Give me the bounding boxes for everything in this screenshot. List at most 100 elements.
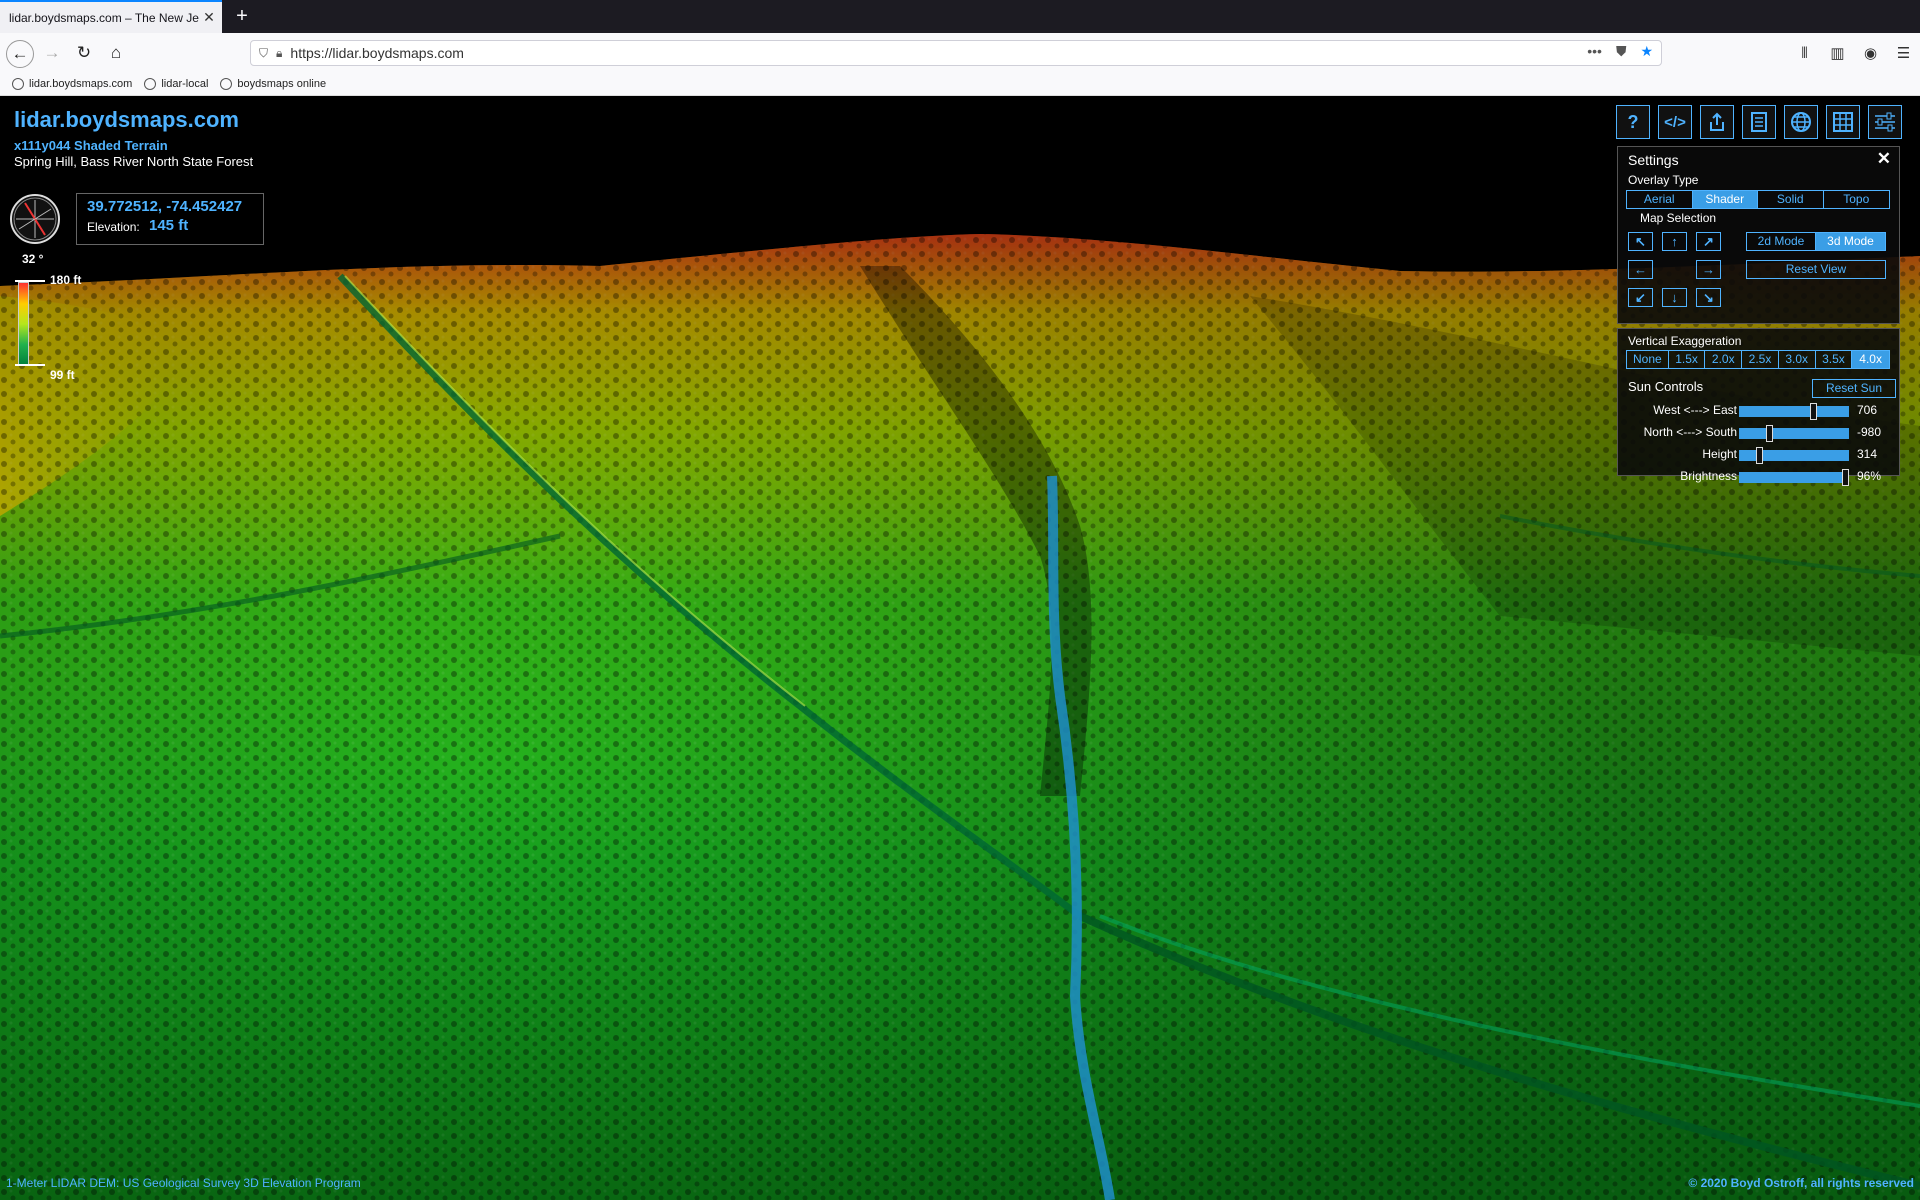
slider-value: 706 <box>1857 403 1878 417</box>
vertical-exaggeration-label: Vertical Exaggeration <box>1628 334 1742 348</box>
slider-value: 96% <box>1857 469 1882 483</box>
library-icon[interactable]: ⫴ <box>1788 39 1821 67</box>
exaggeration-sun-panel: Vertical Exaggeration None 1.5x 2.0x 2.5… <box>1617 328 1901 486</box>
exaggeration-4-0-button[interactable]: 4.0x <box>1852 351 1889 368</box>
slider-thumb[interactable] <box>1765 425 1773 442</box>
legend-tick <box>15 364 45 366</box>
site-title[interactable]: lidar.boydsmaps.com <box>14 107 239 133</box>
slider-height: Height 314 <box>1618 447 1901 464</box>
arrow-northwest-icon[interactable]: ↖ <box>1628 232 1653 251</box>
home-icon[interactable]: ⌂ <box>102 39 130 67</box>
slider-thumb[interactable] <box>1755 447 1763 464</box>
menu-icon[interactable]: ☰ <box>1887 39 1920 67</box>
exaggeration-none-button[interactable]: None <box>1627 351 1669 368</box>
url-text[interactable]: https://lidar.boydsmaps.com <box>290 45 464 61</box>
settings-panel: Settings ✕ Overlay Type Aerial Shader So… <box>1617 146 1900 324</box>
new-tab-icon[interactable]: + <box>230 4 254 28</box>
copyright: © 2020 Boyd Ostroff, all rights reserved <box>1688 1176 1914 1190</box>
overlay-shader-button[interactable]: Shader <box>1692 191 1758 208</box>
globe-icon <box>220 78 233 90</box>
globe-icon <box>12 78 24 90</box>
slider-track[interactable] <box>1739 403 1849 420</box>
slider-thumb[interactable] <box>1841 469 1849 486</box>
arrow-east-icon[interactable]: → <box>1696 260 1721 279</box>
slider-north-south: North <---> South -980 <box>1618 425 1901 442</box>
map-viewport[interactable]: lidar.boydsmaps.com x111y044 Shaded Terr… <box>0 96 1920 1200</box>
compass-icon[interactable] <box>10 194 60 244</box>
legend-max: 180 ft <box>50 273 82 287</box>
slider-track[interactable] <box>1739 447 1849 464</box>
close-tab-icon[interactable]: ✕ <box>199 9 219 26</box>
coordinate-readout: 39.772512, -74.452427 Elevation: 145 ft <box>76 193 264 245</box>
help-icon[interactable]: ? <box>1616 105 1650 139</box>
map-subtitle: x111y044 Shaded Terrain <box>14 138 168 153</box>
more-actions-icon[interactable]: ••• <box>1587 43 1602 60</box>
back-icon[interactable]: ← <box>6 40 34 68</box>
tab-bar: lidar.boydsmaps.com – The New Je ✕ + <box>0 0 1920 33</box>
bookmark-star-icon[interactable]: ★ <box>1640 43 1653 60</box>
arrow-west-icon[interactable]: ← <box>1628 260 1653 279</box>
mode-2d-button[interactable]: 2d Mode <box>1747 233 1816 250</box>
lock-icon[interactable]: 🔒︎ <box>276 46 282 61</box>
arrow-south-icon[interactable]: ↓ <box>1662 288 1687 307</box>
close-icon[interactable]: ✕ <box>1877 149 1891 169</box>
arrow-northeast-icon[interactable]: ↗ <box>1696 232 1721 251</box>
overlay-topo-button[interactable]: Topo <box>1824 191 1890 208</box>
mode-3d-button[interactable]: 3d Mode <box>1816 233 1885 250</box>
forward-icon[interactable]: → <box>38 39 66 67</box>
exaggeration-2-0-button[interactable]: 2.0x <box>1705 351 1743 368</box>
overlay-type-selector: Aerial Shader Solid Topo <box>1626 190 1890 209</box>
slider-thumb[interactable] <box>1809 403 1817 420</box>
slider-value: 314 <box>1857 447 1878 461</box>
elevation-legend-bar <box>18 282 29 366</box>
overlay-solid-button[interactable]: Solid <box>1758 191 1824 208</box>
settings-sliders-icon[interactable] <box>1868 105 1902 139</box>
exaggeration-2-5-button[interactable]: 2.5x <box>1742 351 1779 368</box>
document-icon[interactable] <box>1742 105 1776 139</box>
url-bar[interactable]: ⛉ 🔒︎ https://lidar.boydsmaps.com ••• ⛊ ★ <box>250 40 1662 66</box>
compass-heading: 32 ° <box>22 252 44 266</box>
pocket-icon[interactable]: ⛊ <box>1616 43 1627 60</box>
bookmark-item[interactable]: lidar.boydsmaps.com <box>12 78 132 90</box>
arrow-southwest-icon[interactable]: ↙ <box>1628 288 1653 307</box>
slider-track[interactable] <box>1739 425 1849 442</box>
slider-brightness: Brightness 96% <box>1618 469 1901 486</box>
globe-icon[interactable] <box>1784 105 1818 139</box>
reload-icon[interactable]: ↻ <box>70 39 98 67</box>
reset-view-button[interactable]: Reset View <box>1746 260 1886 279</box>
sidebar-icon[interactable]: ▥ <box>1821 39 1854 67</box>
overlay-type-label: Overlay Type <box>1628 173 1699 187</box>
coordinates: 39.772512, -74.452427 <box>87 198 243 215</box>
grid-icon[interactable] <box>1826 105 1860 139</box>
bookmark-item[interactable]: boydsmaps online <box>220 78 326 90</box>
slider-value: -980 <box>1857 425 1882 439</box>
slider-label: North <---> South <box>1643 425 1737 439</box>
slider-label: Brightness <box>1680 469 1737 483</box>
exaggeration-1-5-button[interactable]: 1.5x <box>1669 351 1706 368</box>
account-icon[interactable]: ◉ <box>1854 39 1887 67</box>
slider-track[interactable] <box>1739 469 1849 486</box>
slider-label: West <---> East <box>1653 403 1737 417</box>
code-icon[interactable]: </> <box>1658 105 1692 139</box>
browser-tab[interactable]: lidar.boydsmaps.com – The New Je ✕ <box>0 0 222 33</box>
bookmarks-toolbar: lidar.boydsmaps.com lidar-local boydsmap… <box>0 73 1920 96</box>
map-toolbar: ? </> <box>1616 105 1902 139</box>
tab-title: lidar.boydsmaps.com – The New Je <box>9 10 199 25</box>
slider-west-east: West <---> East 706 <box>1618 403 1901 420</box>
share-icon[interactable] <box>1700 105 1734 139</box>
map-selection-label: Map Selection <box>1640 211 1717 225</box>
globe-icon <box>144 78 157 90</box>
compass-rose-icon <box>13 197 57 241</box>
arrow-southeast-icon[interactable]: ↘ <box>1696 288 1721 307</box>
elevation-label: Elevation: <box>87 220 140 234</box>
data-source-credit[interactable]: 1-Meter LIDAR DEM: US Geological Survey … <box>6 1176 361 1190</box>
exaggeration-3-0-button[interactable]: 3.0x <box>1779 351 1816 368</box>
shield-icon[interactable]: ⛉ <box>259 46 268 61</box>
elevation-value: 145 ft <box>149 217 189 234</box>
reset-sun-button[interactable]: Reset Sun <box>1812 379 1896 398</box>
exaggeration-3-5-button[interactable]: 3.5x <box>1816 351 1853 368</box>
exaggeration-selector: None 1.5x 2.0x 2.5x 3.0x 3.5x 4.0x <box>1626 350 1890 369</box>
overlay-aerial-button[interactable]: Aerial <box>1627 191 1693 208</box>
arrow-north-icon[interactable]: ↑ <box>1662 232 1687 251</box>
bookmark-item[interactable]: lidar-local <box>144 78 208 90</box>
